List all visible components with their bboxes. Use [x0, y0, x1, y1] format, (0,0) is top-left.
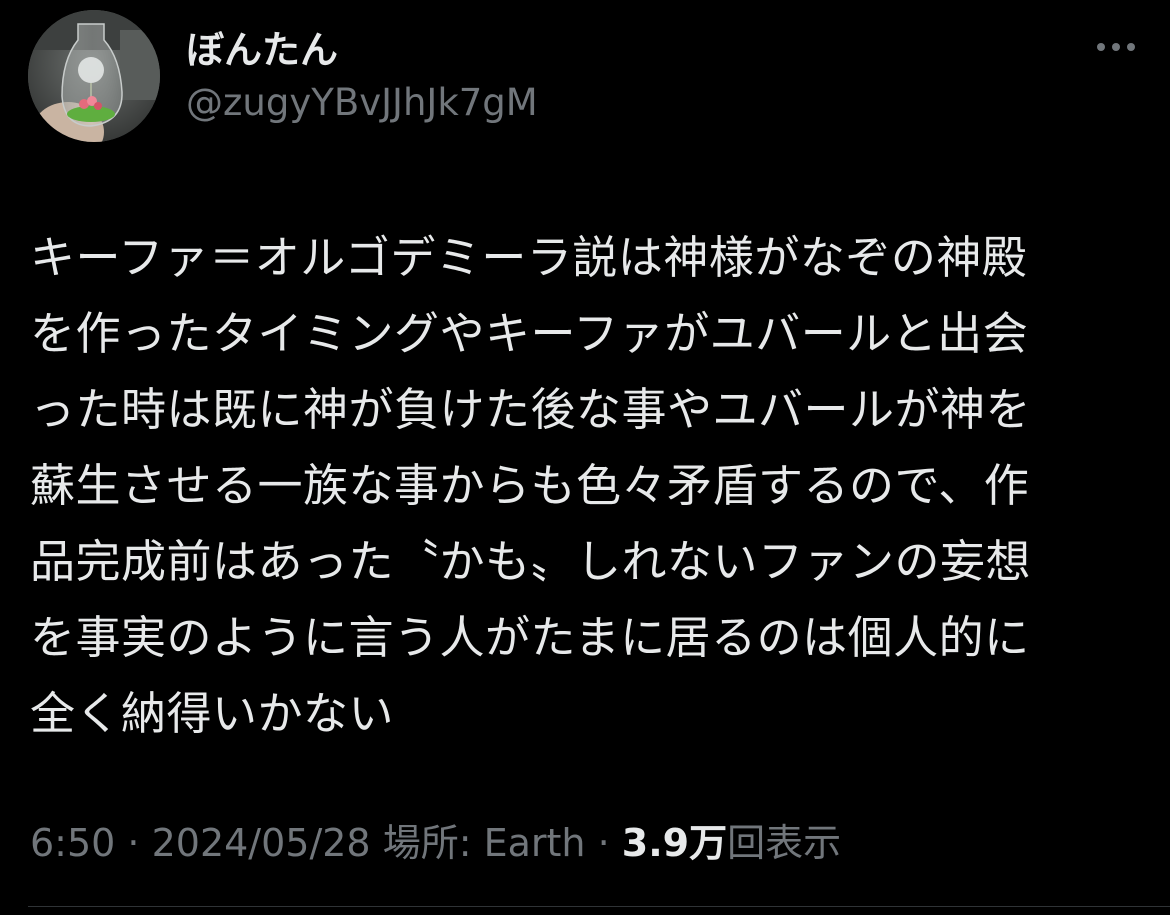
meta-separator: · — [115, 821, 152, 865]
tweet-location[interactable]: 場所: Earth — [383, 821, 586, 865]
tweet-text-line: 品完成前はあった〝かも〟しれないファンの妄想 — [30, 535, 1032, 588]
tweet-text-line: を事実のように言う人がたまに居るのは個人的に — [30, 611, 1030, 664]
more-options-button[interactable] — [1088, 30, 1144, 64]
tweet-text-line: 全く納得いかない — [30, 687, 395, 740]
tweet-text-line: を作ったタイミングやキーファがユバールと出会 — [30, 307, 1029, 360]
tweet-text-line: った時は既に神が負けた後な事やユバールが神を — [30, 383, 1032, 436]
views-count[interactable]: 3.9万 — [622, 821, 727, 865]
tweet-meta: 6:50 · 2024/05/28 場所: Earth · 3.9万回表示 — [30, 816, 841, 870]
tweet-time[interactable]: 6:50 — [30, 821, 115, 865]
more-horizontal-icon-dot — [1127, 43, 1135, 51]
divider — [28, 906, 1170, 907]
more-horizontal-icon-dot — [1112, 43, 1120, 51]
meta-separator: · — [585, 821, 622, 865]
tweet-text-line: 蘇生させる一族な事からも色々矛盾するので、作 — [30, 459, 1030, 512]
views-label[interactable]: 回表示 — [727, 821, 841, 865]
display-name[interactable]: ぼんたん — [186, 26, 338, 74]
tweet-text-line: キーファ＝オルゴデミーラ説は神様がなぞの神殿 — [30, 231, 1028, 284]
tweet-text: キーファ＝オルゴデミーラ説は神様がなぞの神殿 を作ったタイミングやキーファがユバ… — [30, 220, 1110, 752]
avatar-image — [28, 10, 160, 142]
user-handle[interactable]: @zugyYBvJJhJk7gM — [186, 80, 538, 126]
tweet-date[interactable]: 2024/05/28 — [152, 821, 371, 865]
more-horizontal-icon — [1097, 43, 1105, 51]
tweet-detail: ぼんたん @zugyYBvJJhJk7gM キーファ＝オルゴデミーラ説は神様がな… — [0, 0, 1170, 915]
avatar[interactable] — [28, 10, 160, 142]
